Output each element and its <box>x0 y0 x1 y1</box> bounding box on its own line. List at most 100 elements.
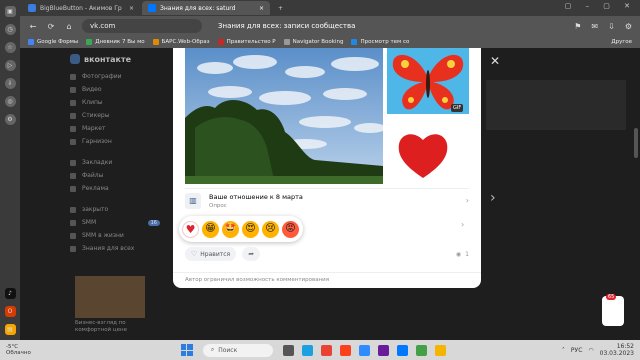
sidebar-item[interactable]: Стикеры <box>70 109 160 122</box>
post-photo[interactable] <box>185 48 383 184</box>
other-bookmarks[interactable]: Другое <box>611 39 632 45</box>
history-icon[interactable]: ◷ <box>4 24 16 35</box>
apps-icon[interactable]: ◎ <box>4 96 16 107</box>
sidebar-item[interactable]: Видео <box>70 83 160 96</box>
bookmark-item[interactable]: Google Формы <box>28 39 78 45</box>
tiktok-icon[interactable]: ♪ <box>4 288 16 299</box>
share-button[interactable]: ➦ <box>242 247 261 261</box>
close-icon[interactable]: × <box>125 5 134 12</box>
photo-icon <box>70 73 76 80</box>
reload-icon[interactable]: ⟳ <box>46 22 56 31</box>
sidebar-item[interactable]: Закладки <box>70 156 160 169</box>
sticker-widget[interactable]: 65 <box>602 294 624 326</box>
clock[interactable]: 16:52 03.03.2023 <box>600 343 634 357</box>
feed-image[interactable] <box>75 276 145 318</box>
sidebar-item[interactable]: закрыто <box>70 203 160 216</box>
next-post-button[interactable]: › <box>490 190 496 206</box>
play-icon[interactable]: ▷ <box>4 60 16 71</box>
sidebar-item[interactable]: SMM 16 <box>70 216 160 229</box>
gif-badge: GIF <box>451 104 464 112</box>
sidebar-item[interactable]: Файлы <box>70 169 160 182</box>
window-controls[interactable]: ▢ – ▢ ✕ <box>565 2 636 10</box>
chrome-icon[interactable] <box>320 344 332 356</box>
reaction-star-eyes[interactable]: 🤩 <box>222 220 239 238</box>
group-icon <box>70 245 76 252</box>
extension-icon[interactable]: ✉ <box>591 22 598 31</box>
reaction-angry[interactable]: 😡 <box>282 220 299 238</box>
close-modal-button[interactable]: ✕ <box>490 54 500 68</box>
sky-tree-image <box>185 48 383 184</box>
taskbar-search[interactable]: ⌕ Поиск <box>202 343 273 357</box>
eye-icon: ◉ <box>455 250 462 258</box>
chevron-right-icon[interactable]: › <box>461 220 464 229</box>
download-icon[interactable]: ⇩ <box>608 22 615 31</box>
bookmark-icon <box>70 159 76 166</box>
bookmark-item[interactable]: Просмотр тем со <box>351 39 409 45</box>
language-indicator[interactable]: РУС <box>571 347 582 354</box>
bookmark-item[interactable]: Дневник 7 Вы мо <box>86 39 145 45</box>
search-icon: ⌕ <box>210 346 215 353</box>
bookmark-icon[interactable]: ⚑ <box>574 22 581 31</box>
sidebar-item[interactable]: Клипы <box>70 96 160 109</box>
office-icon[interactable]: O <box>4 306 16 317</box>
bookmark-item[interactable]: Navigator Booking <box>283 39 343 45</box>
sidebar-item[interactable]: Фотографии <box>70 70 160 83</box>
bookmark-icon <box>351 39 358 45</box>
bookmark-icon <box>283 39 290 45</box>
vk-logo[interactable]: вконтакте <box>70 52 131 66</box>
chevron-right-icon: › <box>465 196 469 205</box>
zoom-icon[interactable] <box>358 344 370 356</box>
sidebar-item[interactable]: Реклама <box>70 182 160 195</box>
sidebar-item[interactable]: Гарнизон <box>70 135 160 148</box>
feed-caption: Бизнес-взгляд по комфортной цене <box>75 320 127 333</box>
yandex-icon[interactable] <box>339 344 351 356</box>
tab-vk[interactable]: Знания для всех: saturd × <box>142 1 270 15</box>
system-tray: ˄ РУС ◠ 16:52 03.03.2023 <box>562 343 634 357</box>
poll-icon: ▥ <box>185 192 201 209</box>
workspace-icon[interactable]: ▣ <box>4 6 16 17</box>
reaction-heart[interactable]: ♥ <box>182 220 199 238</box>
sidebar-item[interactable]: Знания для всех <box>70 242 160 255</box>
bookmark-icon <box>217 39 224 45</box>
windows-taskbar: -5°C Облачно ⌕ Поиск ˄ РУС ◠ 16:52 03.03… <box>0 340 640 360</box>
notes-icon[interactable]: ▤ <box>4 324 16 335</box>
wifi-icon[interactable]: ◠ <box>588 347 593 354</box>
heart-icon <box>398 134 448 178</box>
task-view-icon[interactable] <box>282 344 294 356</box>
bookmark-item[interactable]: БАРС.Web-Образ <box>152 39 210 45</box>
bookmark-item[interactable]: Правительство Р <box>217 39 276 45</box>
scrollbar[interactable] <box>634 128 638 158</box>
share-icon: ➦ <box>248 250 255 258</box>
post-modal: GIF ▥ Ваше отношение к 8 марта Опрос › ›… <box>173 48 481 288</box>
weather-widget[interactable]: -5°C Облачно <box>6 344 31 356</box>
edge-icon[interactable] <box>301 344 313 356</box>
address-input[interactable]: vk.com <box>82 19 202 33</box>
tab-strip: BigBlueButton - Акимов Гр × Знания для в… <box>20 0 640 16</box>
folder-icon[interactable] <box>434 344 446 356</box>
sidebar-item[interactable]: SMM в жизни <box>70 229 160 242</box>
home-icon[interactable]: ⌂ <box>64 22 74 31</box>
new-tab-button[interactable]: + <box>272 1 289 15</box>
reaction-sad[interactable]: 😢 <box>262 220 279 238</box>
heart-sticker[interactable] <box>395 126 451 182</box>
app-icon[interactable] <box>415 344 427 356</box>
star-icon[interactable]: ☆ <box>4 42 16 53</box>
group-icon <box>70 206 76 213</box>
download-icon[interactable]: ⇩ <box>4 78 16 89</box>
like-button[interactable]: ♡ Нравится <box>185 247 237 261</box>
address-toolbar: ← ⟳ ⌂ vk.com Знания для всех: записи соо… <box>20 16 640 36</box>
settings-icon[interactable]: ⚙ <box>625 22 632 31</box>
reaction-love[interactable]: 😍 <box>242 220 259 238</box>
vk-icon[interactable] <box>396 344 408 356</box>
sidebar-item[interactable]: Маркет <box>70 122 160 135</box>
close-icon[interactable]: × <box>255 5 264 12</box>
start-button[interactable] <box>180 344 193 356</box>
music-icon[interactable] <box>377 344 389 356</box>
reaction-laugh[interactable]: 😁 <box>202 220 219 238</box>
tab-bigbluebutton[interactable]: BigBlueButton - Акимов Гр × <box>22 1 140 15</box>
chevron-up-icon[interactable]: ˄ <box>562 347 565 354</box>
toolbar-actions: ⚑ ✉ ⇩ ⚙ <box>574 22 632 31</box>
poll-attachment[interactable]: ▥ Ваше отношение к 8 марта Опрос › <box>185 188 469 212</box>
back-icon[interactable]: ← <box>28 22 38 31</box>
settings-icon[interactable]: ⚙ <box>4 114 16 125</box>
